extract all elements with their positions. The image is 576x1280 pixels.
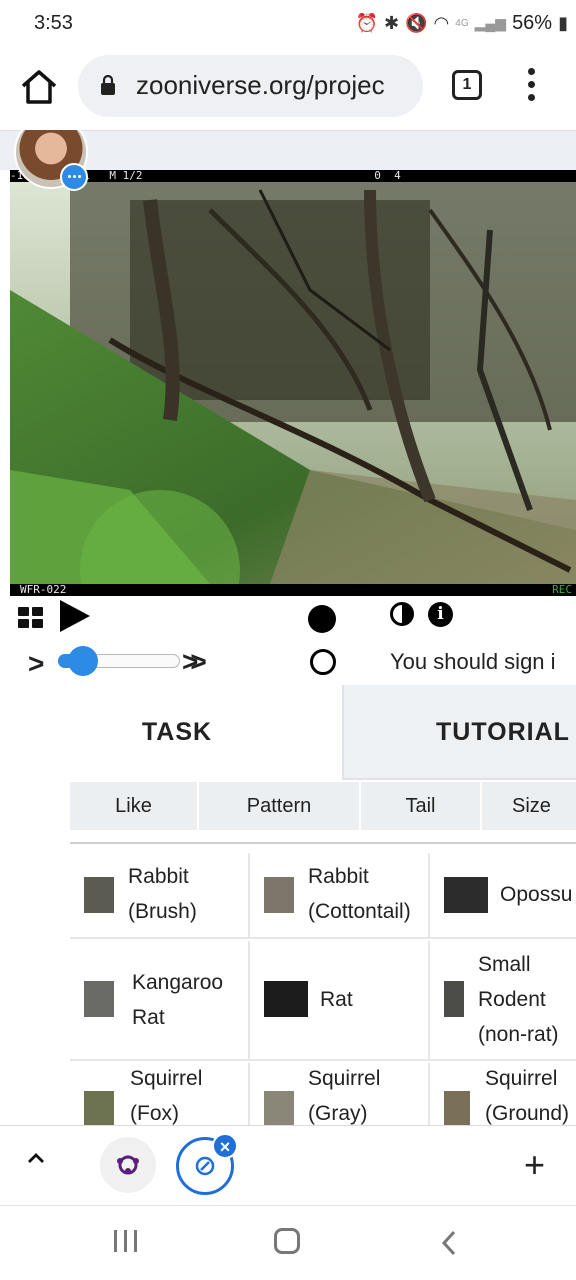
species-small-rodent[interactable]: Small Rodent (non-rat) [430, 941, 576, 1061]
species-squirrel-fox[interactable]: Squirrel (Fox) [70, 1063, 250, 1125]
fast-forward-icon[interactable]: >> [182, 646, 207, 678]
species-label: (Cottontail) [308, 900, 411, 923]
battery-icon: ▮ [558, 13, 568, 33]
signal-icon: ▂▄▆ [474, 15, 507, 31]
species-label: Rabbit [128, 865, 189, 888]
filter-bar: Like Pattern Tail Size [70, 782, 576, 830]
species-label: (non-rat) [478, 1023, 559, 1046]
zooniverse-logo-icon [117, 1155, 139, 1175]
camera-logo: REC [552, 583, 572, 596]
species-rabbit-brush[interactable]: Rabbit (Brush) [70, 853, 250, 939]
status-icons: ⏰ ✱ 🔇 ◠ 4G ▂▄▆ 56% ▮ [356, 12, 568, 35]
species-label: Rabbit [308, 865, 369, 888]
tab-tutorial[interactable]: TUTORIAL [342, 685, 576, 780]
species-thumbnail [444, 981, 464, 1017]
browser-toolbar: zooniverse.org/projec 1 [0, 50, 576, 130]
species-thumbnail [84, 981, 114, 1017]
divider [70, 842, 576, 844]
recent-apps-icon[interactable] [114, 1230, 138, 1254]
status-time: 3:53 [34, 12, 73, 34]
step-forward-icon[interactable]: > [28, 648, 44, 680]
wifi-icon: ◠ [433, 13, 450, 33]
filter-like[interactable]: Like [70, 782, 197, 830]
classifier-panel: TASK TUTORIAL Like Pattern Tail Size Rab… [12, 685, 576, 1125]
slider-thumb[interactable] [68, 646, 98, 676]
species-label: (Gray) [308, 1102, 368, 1125]
species-label: Opossu [500, 883, 573, 906]
species-label: Small [478, 953, 531, 976]
trail-camera-photo [10, 182, 576, 596]
species-thumbnail [84, 877, 114, 913]
page-content: -16 09:40:01 M 1/2 0 4 WFR-022 REC i > >… [0, 130, 576, 1125]
network-label: 4G [455, 18, 469, 29]
subject-image[interactable]: -16 09:40:01 M 1/2 0 4 WFR-022 REC [10, 170, 576, 596]
status-bar: 3:53 ⏰ ✱ 🔇 ◠ 4G ▂▄▆ 56% ▮ [0, 0, 576, 50]
species-thumbnail [264, 877, 294, 913]
species-label: Rodent [478, 988, 546, 1011]
species-rabbit-cottontail[interactable]: Rabbit (Cottontail) [250, 853, 430, 939]
tab-favicon-zooniverse[interactable] [100, 1137, 156, 1193]
species-label: (Fox) [130, 1102, 179, 1125]
camera-header-text: -16 09:40:01 M 1/2 0 4 [10, 170, 576, 182]
species-squirrel-ground[interactable]: Squirrel (Ground) [430, 1063, 576, 1125]
tab-task[interactable]: TASK [12, 685, 342, 780]
species-label: Squirrel [308, 1067, 381, 1090]
info-icon[interactable]: i [428, 602, 453, 627]
grid-view-icon[interactable] [18, 607, 44, 629]
camera-footer: WFR-022 REC [10, 584, 576, 596]
overflow-menu-icon[interactable] [526, 68, 536, 102]
species-thumbnail [264, 981, 308, 1017]
filter-tail[interactable]: Tail [361, 782, 480, 830]
home-nav-icon[interactable] [274, 1228, 300, 1254]
chat-bubble-icon[interactable] [60, 163, 88, 191]
url-text: zooniverse.org/projec [136, 70, 385, 100]
home-icon[interactable] [18, 66, 60, 108]
system-navigation-bar [0, 1205, 576, 1280]
species-label: (Ground) [485, 1102, 570, 1125]
camera-id: WFR-022 [20, 583, 67, 596]
species-thumbnail [84, 1091, 114, 1125]
sign-in-notice: You should sign i [390, 649, 556, 674]
species-thumbnail [444, 1091, 470, 1125]
species-label: (Brush) [128, 900, 197, 923]
species-label: Rat [320, 988, 353, 1011]
species-opossum[interactable]: Opossu [430, 853, 576, 939]
tab-switcher-button[interactable]: 1 [452, 70, 482, 100]
species-thumbnail [264, 1091, 294, 1125]
alarm-icon: ⏰ [355, 13, 379, 33]
filter-size[interactable]: Size [482, 782, 576, 830]
lock-icon [101, 75, 115, 95]
address-bar[interactable]: zooniverse.org/projec [78, 55, 423, 117]
chevron-up-icon[interactable] [26, 1148, 46, 1168]
back-icon[interactable] [440, 1228, 458, 1258]
frame-dot-inactive-icon[interactable] [310, 649, 336, 675]
tab-group-bar: × + [0, 1125, 576, 1205]
mute-icon: 🔇 [405, 13, 428, 33]
species-label: Rat [132, 1006, 165, 1029]
species-label: Squirrel [485, 1067, 558, 1090]
play-icon[interactable] [60, 600, 90, 632]
bluetooth-icon: ✱ [384, 13, 400, 33]
species-label: Squirrel [130, 1067, 203, 1090]
species-thumbnail [444, 877, 488, 913]
species-kangaroo-rat[interactable]: Kangaroo Rat [70, 941, 250, 1061]
close-tab-icon[interactable]: × [212, 1133, 238, 1159]
frame-dot-active-icon[interactable] [308, 605, 336, 633]
species-rat[interactable]: Rat [250, 941, 430, 1061]
contrast-icon[interactable] [390, 602, 414, 626]
filter-pattern[interactable]: Pattern [199, 782, 359, 830]
species-label: Kangaroo [132, 971, 224, 994]
new-tab-icon[interactable]: + [524, 1144, 545, 1186]
species-squirrel-gray[interactable]: Squirrel (Gray) [250, 1063, 430, 1125]
battery-level: 56% [512, 12, 553, 34]
